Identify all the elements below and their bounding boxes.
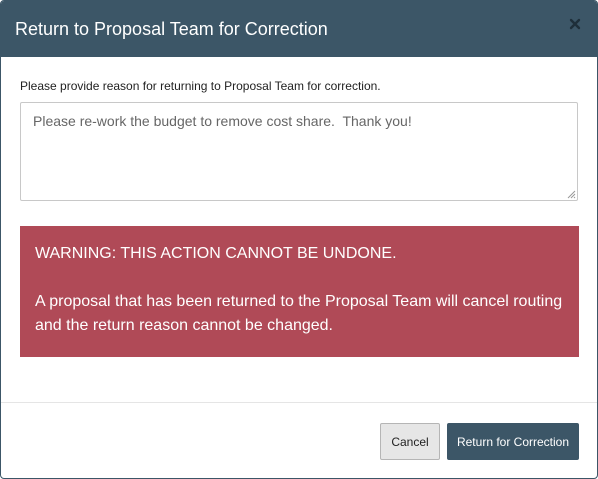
footer-divider (1, 402, 597, 403)
warning-title: WARNING: THIS ACTION CANNOT BE UNDONE. (35, 245, 397, 262)
return-for-correction-button[interactable]: Return for Correction (447, 423, 579, 460)
cancel-button[interactable]: Cancel (380, 423, 440, 460)
dialog-title: Return to Proposal Team for Correction (15, 19, 328, 39)
reason-prompt-label: Please provide reason for returning to P… (20, 79, 381, 93)
close-icon (569, 18, 581, 30)
warning-alert: WARNING: THIS ACTION CANNOT BE UNDONE. A… (20, 226, 579, 357)
resize-handle-icon[interactable] (567, 190, 576, 199)
reason-textarea[interactable]: Please re-work the budget to remove cost… (20, 102, 578, 201)
dialog-body: Please provide reason for returning to P… (1, 57, 597, 402)
warning-message: A proposal that has been returned to the… (35, 293, 563, 334)
dialog-header: Return to Proposal Team for Correction (1, 1, 597, 57)
return-dialog: Return to Proposal Team for Correction P… (0, 0, 598, 479)
close-button[interactable] (569, 15, 583, 33)
